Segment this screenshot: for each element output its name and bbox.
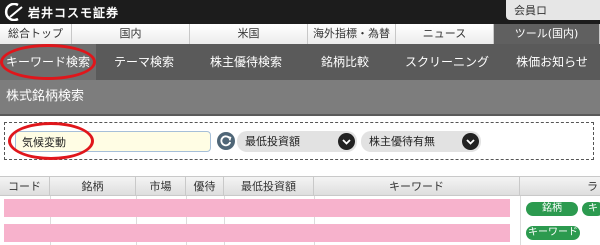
col-benefit[interactable]: 優待 [186, 177, 224, 196]
tab-tools-domestic[interactable]: ツール(国内) [494, 24, 600, 44]
shareholder-benefit-label: 株主優待有無 [369, 135, 435, 148]
annotation-circle [8, 122, 94, 160]
col-market[interactable]: 市場 [136, 177, 186, 196]
login-button[interactable]: 会員ロ [506, 0, 600, 20]
col-min-investment[interactable]: 最低投資額 [224, 177, 314, 196]
cosmo-logo-icon [4, 2, 26, 22]
chevron-down-icon [462, 133, 479, 150]
brand-logo[interactable]: 岩井コスモ証券 [4, 2, 119, 22]
col-name[interactable]: 銘柄 [50, 177, 136, 196]
tag-keyword-button[interactable]: キ [582, 202, 600, 216]
row-highlight [4, 224, 510, 242]
subnav-benefit-search[interactable]: 株主優待検索 [192, 44, 300, 80]
chevron-down-icon [338, 133, 355, 150]
tab-domestic[interactable]: 国内 [72, 24, 190, 44]
results-table-header: コード 銘柄 市場 優待 最低投資額 キーワード ラ [0, 176, 600, 196]
subnav-theme-search[interactable]: テーマ検索 [96, 44, 192, 80]
tab-us[interactable]: 米国 [190, 24, 308, 44]
login-label: 会員ロ [514, 4, 547, 17]
subnav-screening[interactable]: スクリーニング [390, 44, 504, 80]
tab-news[interactable]: ニュース [396, 24, 494, 44]
brand-name: 岩井コスモ証券 [28, 5, 120, 20]
subnav-price-alert[interactable]: 株価お知らせ [504, 44, 600, 80]
table-row[interactable]: 銘柄 キ [0, 196, 600, 220]
page-title: 株式銘柄検索 [6, 89, 85, 104]
col-extra: ラ [587, 180, 598, 193]
shareholder-benefit-select[interactable]: 株主優待有無 [361, 131, 481, 152]
top-header: 岩井コスモ証券 会員ロ [0, 0, 600, 24]
tag-keyword-button[interactable]: キーワード [526, 226, 580, 240]
tag-stock-button[interactable]: 銘柄 [526, 202, 578, 216]
min-investment-select[interactable]: 最低投資額 [237, 131, 357, 152]
table-row[interactable]: キーワード [0, 221, 600, 245]
row-highlight [4, 199, 510, 217]
col-code[interactable]: コード [0, 177, 50, 196]
min-investment-label: 最低投資額 [245, 135, 300, 148]
category-tabs: 総合トップ 国内 米国 海外指標・為替 ニュース ツール(国内) [0, 24, 600, 44]
subnav-compare[interactable]: 銘柄比較 [300, 44, 390, 80]
refresh-button[interactable] [217, 132, 235, 150]
title-bar: 株式銘柄検索 [0, 80, 600, 116]
tab-overseas-fx[interactable]: 海外指標・為替 [308, 24, 396, 44]
annotation-circle [0, 44, 96, 80]
tab-top[interactable]: 総合トップ [0, 24, 72, 44]
col-keyword[interactable]: キーワード [314, 177, 520, 196]
refresh-icon [220, 135, 232, 147]
